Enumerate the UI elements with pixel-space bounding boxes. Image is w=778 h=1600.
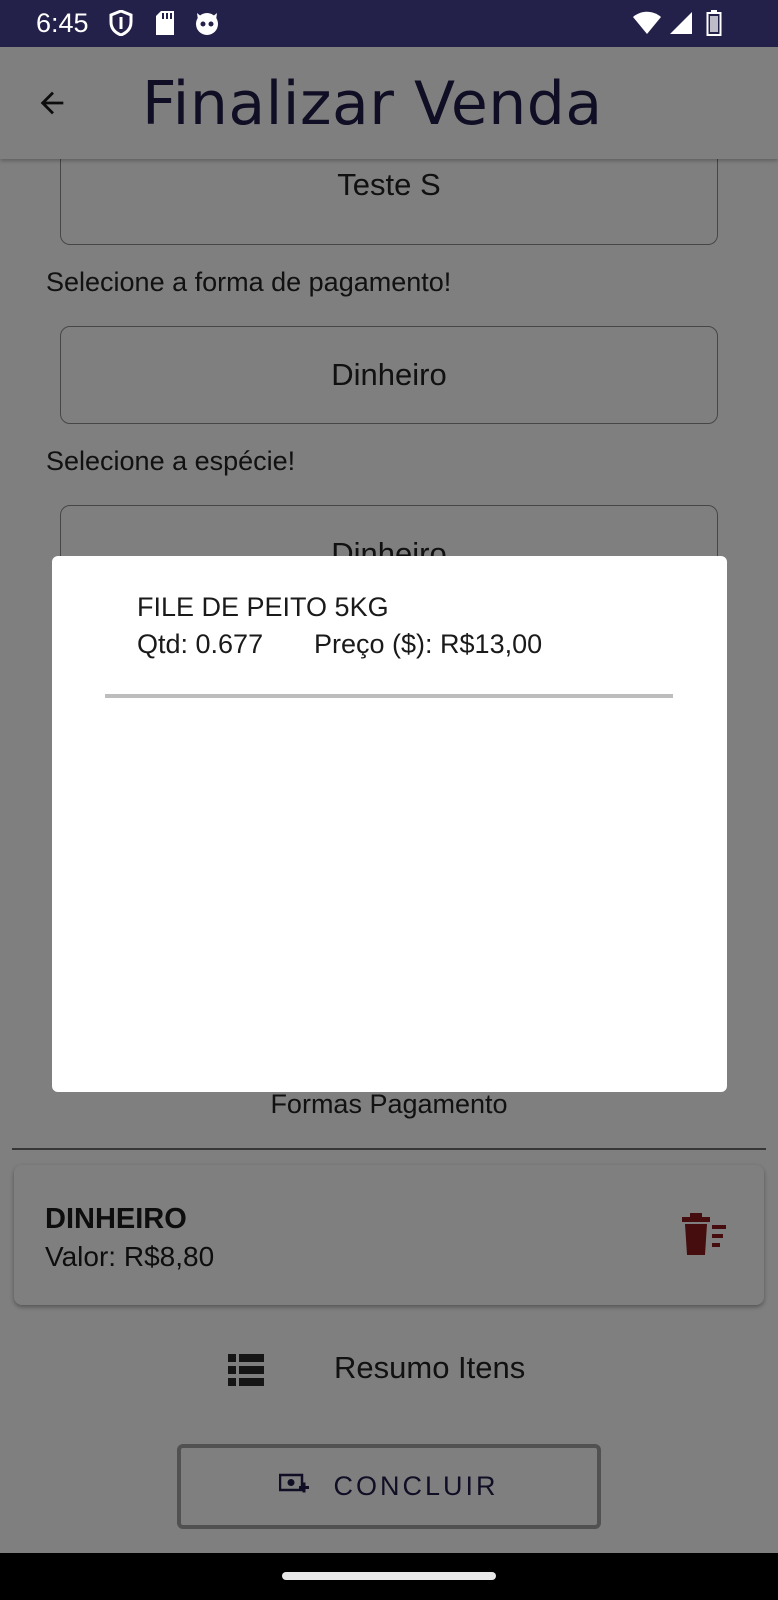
battery-icon	[704, 10, 724, 36]
home-gesture-handle[interactable]	[282, 1572, 496, 1580]
wifi-icon	[632, 10, 662, 36]
item-name: FILE DE PEITO 5KG	[137, 592, 389, 622]
item-divider	[105, 694, 673, 698]
items-dialog: FILE DE PEITO 5KG Qtd: 0.677 Preço ($): …	[52, 556, 727, 1092]
item-quantity: Qtd: 0.677	[137, 629, 264, 659]
cat-face-icon	[194, 10, 220, 36]
status-bar: 6:45	[0, 0, 778, 47]
cell-signal-icon	[668, 10, 694, 36]
item-price: Preço ($): R$13,00	[314, 629, 543, 659]
sd-card-icon	[152, 10, 178, 36]
system-nav-bar	[0, 1553, 778, 1600]
shield-icon	[108, 10, 134, 36]
status-time: 6:45	[36, 8, 89, 38]
